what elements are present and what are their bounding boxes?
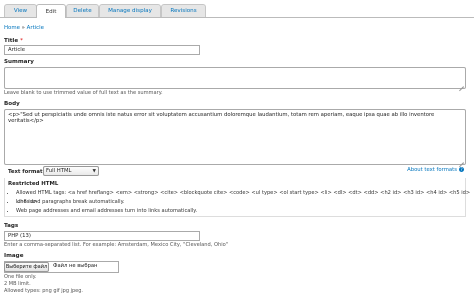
file-status: Файл не выбран	[53, 263, 98, 269]
tab-manage-display[interactable]: Manage display	[99, 4, 161, 17]
tab-delete[interactable]: Delete	[66, 4, 99, 17]
tab-bar-underline	[0, 17, 474, 18]
help-icon: ?	[459, 167, 464, 172]
required-marker: *	[20, 38, 23, 44]
body-textarea[interactable]: <p>"Sed ut perspiciatis unde omnis iste …	[4, 109, 466, 165]
body-value: <p>"Sed ut perspiciatis unde omnis iste …	[8, 112, 435, 124]
breadcrumb-current-link[interactable]: Article	[27, 25, 44, 31]
image-note: One file only.	[4, 274, 37, 280]
title-label: Title *	[4, 38, 23, 44]
breadcrumb: Home » Article	[4, 25, 44, 31]
about-text-formats-link[interactable]: About text formats?	[407, 167, 464, 173]
text-format-label: Text format	[8, 169, 43, 175]
resize-grip-icon[interactable]	[459, 82, 464, 87]
tags-label: Tags	[4, 223, 19, 229]
chevron-down-icon: ▼	[92, 169, 96, 174]
about-text-formats-label: About text formats	[407, 167, 457, 173]
tab-edit[interactable]: Edit	[36, 4, 66, 18]
tab-revisions[interactable]: Revisions	[161, 4, 206, 17]
summary-description: Leave blank to use trimmed value of full…	[4, 90, 163, 96]
body-label: Body	[4, 101, 20, 107]
image-note: Allowed types: png gif jpg jpeg.	[4, 288, 83, 294]
summary-label: Summary	[4, 59, 34, 65]
breadcrumb-home-link[interactable]: Home	[4, 25, 20, 31]
tags-description: Enter a comma-separated list. For exampl…	[4, 242, 229, 248]
breadcrumb-separator: »	[21, 25, 25, 31]
format-tips-list: Allowed HTML tags: <a href hreflang> <em…	[8, 189, 474, 216]
format-tip: Allowed HTML tags: <a href hreflang> <em…	[16, 189, 474, 205]
choose-file-button[interactable]: Выберите файл	[4, 262, 49, 272]
text-format-select[interactable]: Full HTML ▼	[43, 166, 99, 176]
title-input[interactable]: Article	[4, 45, 200, 55]
format-tip: Lines and paragraphs break automatically…	[16, 198, 474, 207]
tab-bar: View Edit Delete Manage display Revision…	[0, 0, 474, 18]
image-label: Image	[4, 253, 24, 259]
format-heading: Restricted HTML	[8, 181, 59, 187]
tags-input[interactable]: PHP (13)	[4, 231, 200, 241]
summary-textarea[interactable]	[4, 67, 466, 89]
format-tip: Web page addresses and email addresses t…	[16, 207, 474, 216]
resize-grip-icon[interactable]	[459, 158, 464, 163]
text-format-selected: Full HTML	[46, 168, 72, 174]
tab-view[interactable]: View	[4, 4, 37, 17]
image-note: 2 MB limit.	[4, 281, 31, 287]
title-label-text: Title	[4, 38, 19, 44]
